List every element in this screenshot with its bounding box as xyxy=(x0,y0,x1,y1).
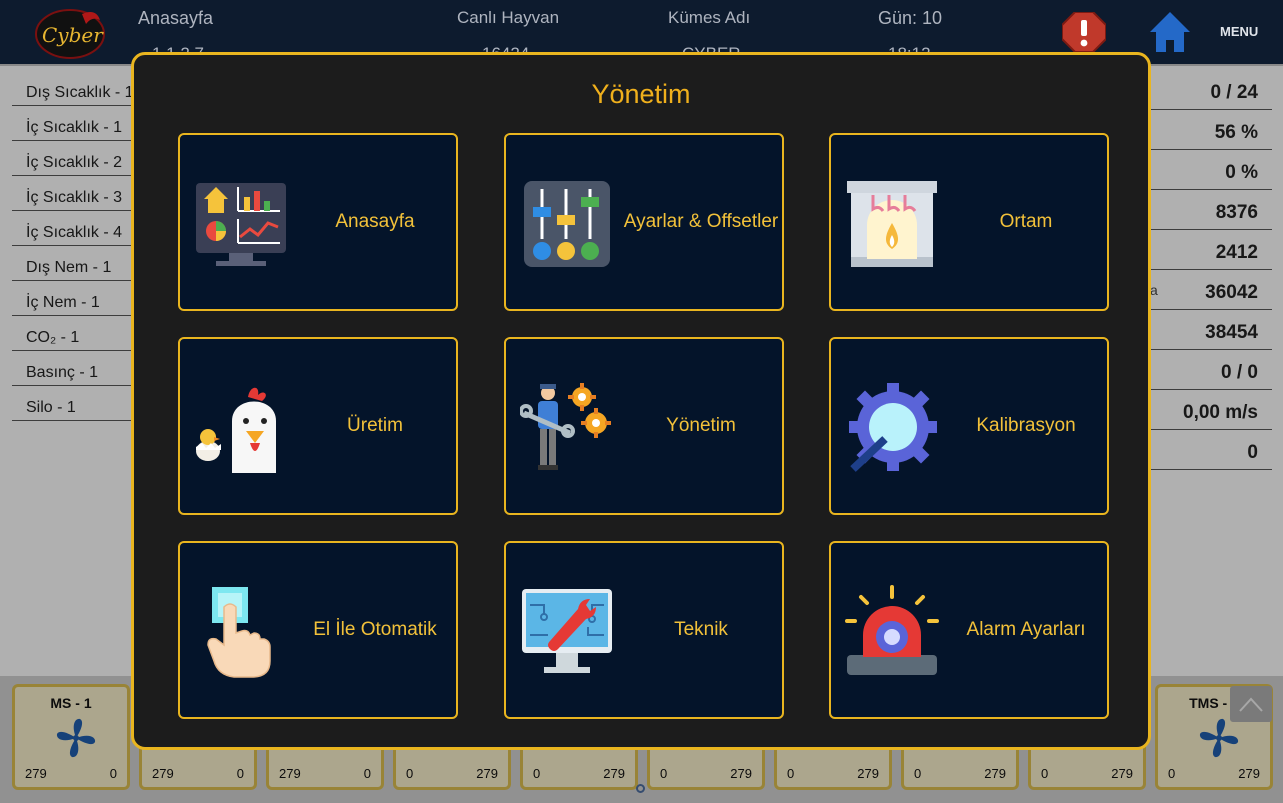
coop-label: Kümes Adı xyxy=(668,8,751,27)
tile-label: Yönetim xyxy=(666,415,736,437)
cyber-logo-icon: Cyber xyxy=(35,9,105,59)
alarm-siren-icon xyxy=(845,585,939,675)
day-label: Gün: 10 xyxy=(878,8,943,28)
menu-button[interactable]: MENU xyxy=(1220,24,1258,39)
calibration-gear-icon xyxy=(849,383,937,472)
tile-kalibrasyon[interactable]: Kalibrasyon xyxy=(829,337,1109,515)
tile-label: Üretim xyxy=(347,415,403,437)
dashboard-monitor-icon xyxy=(196,183,286,266)
worker-gears-icon xyxy=(520,383,611,470)
tile-alarm-ayarlari[interactable]: Alarm Ayarları xyxy=(829,541,1109,719)
logo-text: Cyber xyxy=(42,23,104,47)
tile-label: El İle Otomatik xyxy=(313,619,437,641)
tile-label: Alarm Ayarları xyxy=(966,619,1086,641)
tile-label: Kalibrasyon xyxy=(976,415,1076,437)
fireplace-icon xyxy=(847,181,937,267)
tile-label: Teknik xyxy=(674,619,728,641)
page-title: Anasayfa xyxy=(138,8,214,28)
tile-teknik[interactable]: Teknik xyxy=(504,541,784,719)
tile-el-ile-otomatik[interactable]: El İle Otomatik xyxy=(178,541,458,719)
hand-touch-icon xyxy=(207,587,271,678)
tile-label: Anasayfa xyxy=(335,211,415,233)
home-icon[interactable] xyxy=(1148,10,1192,54)
dialog-title: Yönetim xyxy=(591,79,691,109)
tile-yonetim[interactable]: Yönetim xyxy=(504,337,784,515)
tile-label: Ayarlar & Offsetler xyxy=(623,211,779,233)
tile-label: Ortam xyxy=(999,211,1053,233)
tile-ayarlar-offsetler[interactable]: Ayarlar & Offsetler xyxy=(504,133,784,311)
tile-anasayfa[interactable]: Anasayfa xyxy=(178,133,458,311)
management-dialog: Yönetim Anasayfa Ayarlar & Offsetler Ort… xyxy=(131,52,1151,750)
tile-uretim[interactable]: Üretim xyxy=(178,337,458,515)
alarm-stop-icon[interactable] xyxy=(1062,12,1106,52)
tile-ortam[interactable]: Ortam xyxy=(829,133,1109,311)
chicken-icon xyxy=(196,387,276,473)
animals-label: Canlı Hayvan xyxy=(457,8,560,27)
wrench-monitor-icon xyxy=(522,589,612,673)
sliders-icon xyxy=(524,181,610,267)
